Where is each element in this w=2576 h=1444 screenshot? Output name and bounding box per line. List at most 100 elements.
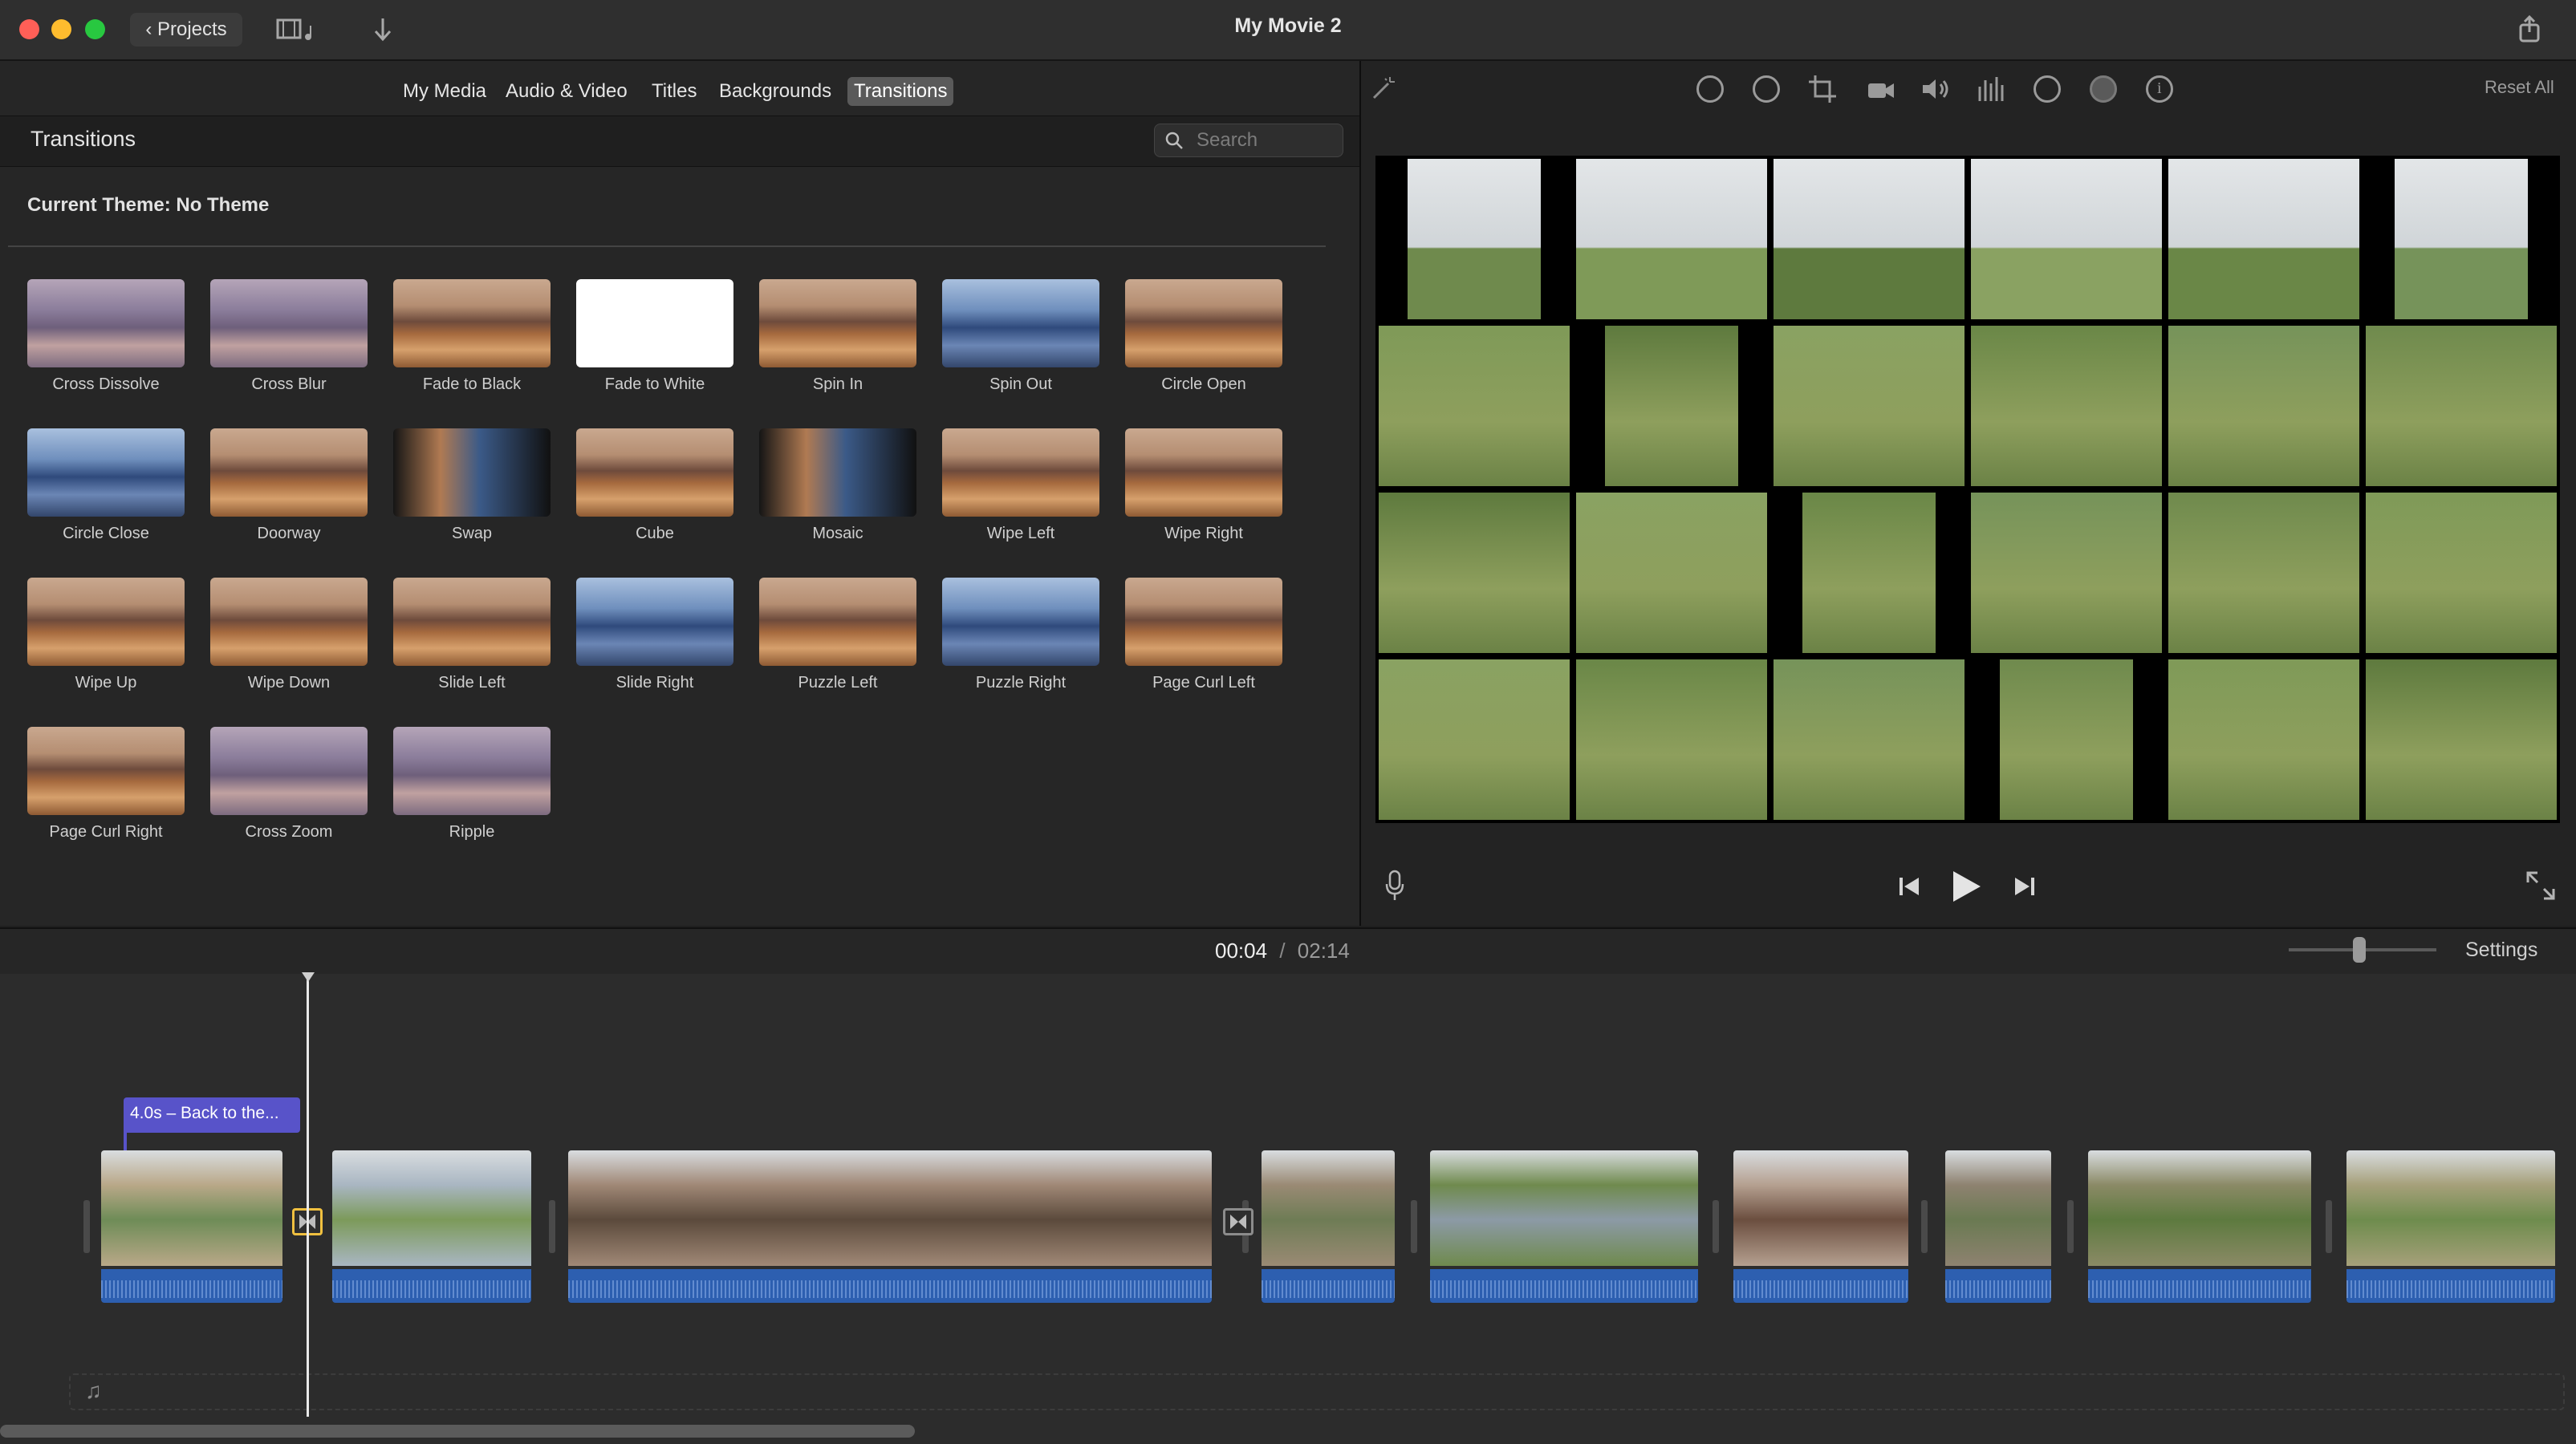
clip-audio-waveform — [1430, 1269, 1698, 1303]
video-clip[interactable] — [568, 1150, 1212, 1303]
tab-audio-video[interactable]: Audio & Video — [499, 77, 634, 106]
transition-thumb-wipe-right[interactable] — [1125, 428, 1282, 517]
playhead-cap[interactable] — [302, 972, 315, 982]
clip-audio-waveform — [101, 1269, 282, 1303]
video-clip[interactable] — [1945, 1150, 2051, 1303]
preview-tile — [1576, 493, 1767, 653]
video-clip[interactable] — [2346, 1150, 2555, 1303]
clip-filmstrip — [2346, 1150, 2555, 1266]
transition-thumb-cross-blur[interactable] — [210, 279, 368, 367]
clip-gap-handle[interactable] — [83, 1200, 90, 1253]
skip-forward-icon[interactable] — [2013, 874, 2037, 898]
clip-gap-handle[interactable] — [1713, 1200, 1719, 1253]
music-lane[interactable]: ♫ — [69, 1373, 2565, 1410]
close-window-button[interactable] — [19, 19, 39, 39]
play-icon[interactable] — [1950, 870, 1982, 903]
transition-label: Spin In — [812, 375, 863, 393]
clip-gap-handle[interactable] — [2067, 1200, 2074, 1253]
search-field[interactable]: Search — [1154, 124, 1343, 157]
video-preview[interactable] — [1375, 156, 2560, 823]
color-correction-icon[interactable] — [1753, 75, 1780, 103]
preview-tile — [2168, 326, 2359, 486]
info-icon[interactable]: i — [2146, 75, 2173, 103]
transition-thumb-cube[interactable] — [576, 428, 733, 517]
transition-thumb-ripple[interactable] — [393, 727, 551, 815]
transition-thumb-slide-left[interactable] — [393, 578, 551, 666]
preview-tile — [1774, 159, 1965, 319]
transition-thumb-spin-in[interactable] — [759, 279, 916, 367]
video-clip[interactable] — [1430, 1150, 1698, 1303]
horizontal-scrollbar[interactable] — [0, 1425, 915, 1438]
transition-thumb-puzzle-right[interactable] — [942, 578, 1099, 666]
video-clip[interactable] — [1262, 1150, 1395, 1303]
transition-thumb-swap[interactable] — [393, 428, 551, 517]
color-balance-icon[interactable] — [1696, 75, 1724, 103]
transition-thumb-cross-dissolve[interactable] — [27, 279, 185, 367]
microphone-icon[interactable] — [1385, 870, 1404, 902]
transition-thumb-fade-to-white[interactable] — [576, 279, 733, 367]
speed-icon[interactable] — [2034, 75, 2061, 103]
skip-back-icon[interactable] — [1897, 874, 1921, 898]
video-clip[interactable] — [332, 1150, 531, 1303]
transition-thumb-wipe-up[interactable] — [27, 578, 185, 666]
tab-backgrounds[interactable]: Backgrounds — [713, 77, 838, 106]
zoom-window-button[interactable] — [85, 19, 105, 39]
transition-marker-icon[interactable] — [1223, 1208, 1253, 1235]
volume-icon[interactable] — [1921, 77, 1952, 101]
transition-thumb-circle-open[interactable] — [1125, 279, 1282, 367]
preview-tile — [1408, 159, 1541, 319]
noise-reduction-icon[interactable] — [1977, 75, 2006, 103]
clip-filmstrip — [1945, 1150, 2051, 1266]
minimize-window-button[interactable] — [51, 19, 71, 39]
transition-thumb-fade-to-black[interactable] — [393, 279, 551, 367]
clip-audio-waveform — [2346, 1269, 2555, 1303]
tab-titles[interactable]: Titles — [645, 77, 703, 106]
title-clip[interactable]: 4.0s – Back to the... — [124, 1097, 300, 1133]
crop-icon[interactable] — [1809, 75, 1836, 103]
playhead[interactable] — [307, 976, 309, 1417]
fullscreen-icon[interactable] — [2526, 871, 2555, 900]
transition-label: Page Curl Left — [1152, 674, 1255, 692]
share-icon[interactable] — [2517, 14, 2542, 43]
preview-tile — [2168, 159, 2359, 319]
stabilization-icon[interactable] — [1867, 77, 1895, 101]
transition-thumb-spin-out[interactable] — [942, 279, 1099, 367]
transition-thumb-mosaic[interactable] — [759, 428, 916, 517]
transition-label: Mosaic — [812, 525, 863, 542]
zoom-slider-thumb[interactable] — [2353, 937, 2366, 963]
transition-thumb-slide-right[interactable] — [576, 578, 733, 666]
transition-thumb-page-curl-left[interactable] — [1125, 578, 1282, 666]
clip-audio-waveform — [2088, 1269, 2311, 1303]
settings-button[interactable]: Settings — [2465, 939, 2537, 962]
clip-filmstrip — [1733, 1150, 1908, 1266]
clip-gap-handle[interactable] — [1411, 1200, 1417, 1253]
transition-thumb-circle-close[interactable] — [27, 428, 185, 517]
preview-tile — [2000, 659, 2133, 820]
clip-gap-handle[interactable] — [2326, 1200, 2332, 1253]
clip-filter-icon[interactable] — [2090, 75, 2117, 103]
media-browser-toggle-icon[interactable] — [276, 18, 315, 42]
theme-divider — [8, 245, 1326, 247]
preview-tile — [2168, 659, 2359, 820]
clip-gap-handle[interactable] — [1921, 1200, 1928, 1253]
clip-audio-waveform — [1945, 1269, 2051, 1303]
video-clip[interactable] — [1733, 1150, 1908, 1303]
transition-thumb-page-curl-right[interactable] — [27, 727, 185, 815]
transition-thumb-cross-zoom[interactable] — [210, 727, 368, 815]
import-arrow-icon[interactable] — [371, 16, 395, 43]
clip-audio-waveform — [1733, 1269, 1908, 1303]
transition-thumb-wipe-down[interactable] — [210, 578, 368, 666]
video-clip[interactable] — [101, 1150, 282, 1303]
video-clip[interactable] — [2088, 1150, 2311, 1303]
transition-label: Fade to White — [604, 375, 705, 393]
transition-thumb-puzzle-left[interactable] — [759, 578, 916, 666]
transition-thumb-wipe-left[interactable] — [942, 428, 1099, 517]
projects-button[interactable]: ‹ Projects — [130, 13, 242, 47]
tab-my-media[interactable]: My Media — [396, 77, 493, 106]
tab-transitions[interactable]: Transitions — [847, 77, 954, 106]
transition-thumb-doorway[interactable] — [210, 428, 368, 517]
reset-all-button[interactable]: Reset All — [2485, 77, 2554, 98]
preview-tile — [1576, 659, 1767, 820]
clip-gap-handle[interactable] — [549, 1200, 555, 1253]
magic-wand-icon[interactable] — [1369, 75, 1396, 103]
